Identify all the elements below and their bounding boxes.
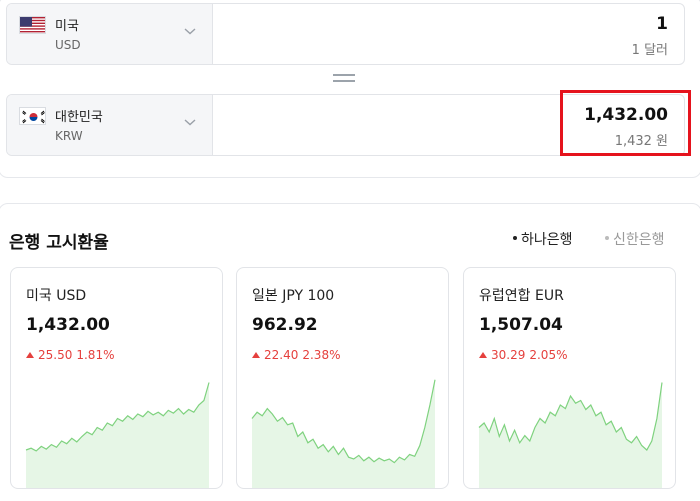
highlight-box [560,90,691,156]
currency-code-to: KRW [55,129,83,143]
amount-text-from: 1 달러 [631,43,668,58]
rate-card-title: 유럽연합 EUR [479,288,564,304]
converter-row-from: 미국 USD 1 1 달러 [6,3,685,65]
currency-name-to: 대한민국 [55,110,103,125]
active-dot-icon [513,236,517,240]
rate-card-value: 1,432.00 [26,315,110,335]
equals-icon [333,74,355,84]
tab-label: 신한은행 [613,232,665,248]
inactive-dot-icon [605,236,609,240]
sparkline-area [479,382,662,488]
rate-card-jpy[interactable]: 일본 JPY 100 962.92 22.40 2.38% [236,267,449,489]
rate-card-title: 일본 JPY 100 [252,288,335,304]
change-percent: 2.38% [302,348,341,362]
amount-input-from[interactable]: 1 [656,14,668,34]
tab-hana-bank[interactable]: 하나은행 [513,229,573,249]
us-flag-icon [19,16,46,34]
tab-shinhan-bank[interactable]: 신한은행 [605,229,665,249]
change-amount: 22.40 [264,348,299,362]
currency-select-from[interactable]: 미국 USD [7,4,213,64]
rate-card-value: 962.92 [252,315,318,335]
chevron-down-icon [184,28,196,35]
rate-card-eur[interactable]: 유럽연합 EUR 1,507.04 30.29 2.05% [463,267,676,489]
up-triangle-icon [26,351,34,358]
change-amount: 25.50 [38,348,73,362]
currency-select-to[interactable]: 대한민국 KRW [7,95,213,155]
change-percent: 1.81% [76,348,115,362]
sparkline-area [26,382,209,488]
rate-card-title: 미국 USD [26,288,87,304]
rate-card-change: 25.50 1.81% [26,348,114,362]
rate-card-value: 1,507.04 [479,315,563,335]
up-triangle-icon [479,351,487,358]
sparkline-area [252,379,435,488]
tab-label: 하나은행 [521,232,573,248]
section-title: 은행 고시환율 [9,233,109,253]
chevron-down-icon [184,119,196,126]
change-percent: 2.05% [529,348,568,362]
change-amount: 30.29 [491,348,526,362]
currency-code-from: USD [55,38,81,52]
rate-card-usd[interactable]: 미국 USD 1,432.00 25.50 1.81% [10,267,223,489]
rate-card-change: 22.40 2.38% [252,348,340,362]
kr-flag-icon [19,107,46,125]
up-triangle-icon [252,351,260,358]
rate-card-change: 30.29 2.05% [479,348,567,362]
currency-name-from: 미국 [55,19,79,34]
